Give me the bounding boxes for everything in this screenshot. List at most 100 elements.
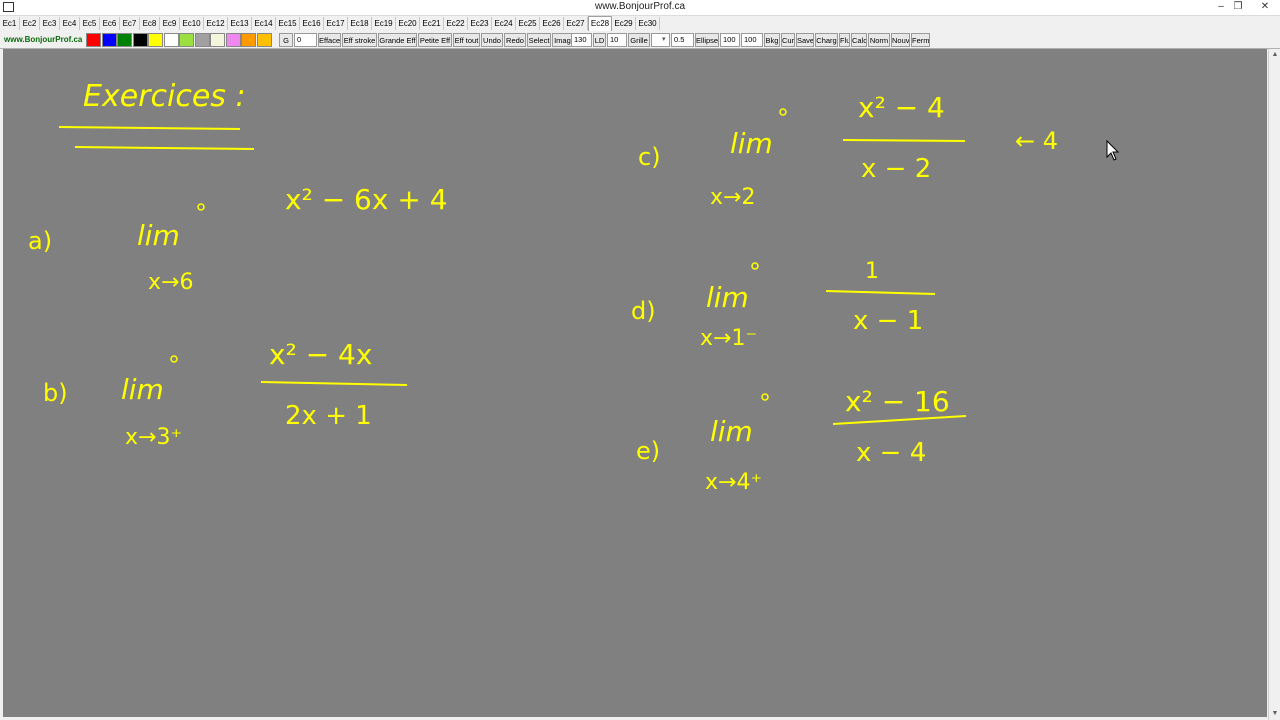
restore-button[interactable]: ❐ — [1229, 0, 1247, 15]
tab-ec26[interactable]: Ec26 — [540, 17, 564, 30]
tab-ec14[interactable]: Ec14 — [252, 17, 276, 30]
stroke-size-field[interactable]: 0.5 — [671, 33, 694, 47]
flu-button[interactable]: Flu — [839, 33, 850, 47]
tab-ec17[interactable]: Ec17 — [324, 17, 348, 30]
grande-eff-button[interactable]: Grande Eff — [378, 33, 417, 47]
eff-stroke-button[interactable]: Eff stroke — [342, 33, 377, 47]
lim-degree-mark — [761, 393, 769, 401]
site-link[interactable]: www.BonjourProf.ca — [4, 35, 82, 44]
charg-button[interactable]: Charg — [815, 33, 838, 47]
fraction-bar-d — [825, 290, 936, 295]
title-bar: www.BonjourProf.ca – ❐ ✕ — [0, 0, 1280, 16]
color-swatch[interactable] — [132, 33, 148, 47]
tab-ec10[interactable]: Ec10 — [180, 17, 204, 30]
bkg-button[interactable]: Bkg — [764, 33, 780, 47]
tab-ec19[interactable]: Ec19 — [372, 17, 396, 30]
ferm-button[interactable]: Ferm — [911, 33, 930, 47]
tab-ec23[interactable]: Ec23 — [468, 17, 492, 30]
drawing-canvas[interactable]: Exercices : a) lim x→6 x² − 6x + 4 b) li… — [3, 49, 1267, 717]
denominator-d: x − 1 — [853, 306, 923, 336]
norm-button[interactable]: Norm — [868, 33, 890, 47]
cursor-icon — [1106, 139, 1120, 161]
scroll-down-icon[interactable]: ▼ — [1269, 708, 1280, 720]
tab-ec22[interactable]: Ec22 — [444, 17, 468, 30]
tab-ec20[interactable]: Ec20 — [396, 17, 420, 30]
label-e: e) — [636, 437, 660, 465]
ellipse-height-field[interactable]: 100 — [741, 33, 763, 47]
label-a: a) — [28, 227, 52, 255]
lim-b: lim — [121, 373, 164, 406]
grille-button[interactable]: Grille — [628, 33, 650, 47]
denominator-e: x − 4 — [856, 438, 926, 468]
image-size-field[interactable]: 130 — [571, 33, 592, 47]
color-swatch[interactable] — [86, 33, 101, 47]
minimize-button[interactable]: – — [1212, 0, 1230, 15]
petite-eff-button[interactable]: Petite Eff — [418, 33, 452, 47]
color-swatch[interactable] — [256, 33, 272, 47]
color-swatch[interactable] — [194, 33, 210, 47]
cur-button[interactable]: Cur — [781, 33, 795, 47]
color-swatch[interactable] — [225, 33, 241, 47]
ellipse-width-field[interactable]: 100 — [720, 33, 740, 47]
fraction-bar-b — [260, 381, 408, 386]
tab-ec4[interactable]: Ec4 — [60, 17, 80, 30]
tab-ec8[interactable]: Ec8 — [140, 17, 160, 30]
tab-ec18[interactable]: Ec18 — [348, 17, 372, 30]
tab-ec28[interactable]: Ec28 — [588, 16, 612, 31]
approach-a: x→6 — [148, 270, 193, 295]
ld-value-field[interactable]: 10 — [607, 33, 627, 47]
denominator-c: x − 2 — [861, 154, 931, 184]
tab-ec24[interactable]: Ec24 — [492, 17, 516, 30]
ld-button[interactable]: LD — [593, 33, 606, 47]
color-swatch[interactable] — [148, 33, 163, 47]
undo-button[interactable]: Undo — [481, 33, 503, 47]
chevron-down-icon[interactable]: ▾ — [662, 35, 666, 43]
tab-ec15[interactable]: Ec15 — [276, 17, 300, 30]
g-button[interactable]: G — [279, 33, 293, 47]
color-swatch[interactable] — [101, 33, 117, 47]
numerator-c: x² − 4 — [858, 91, 945, 124]
approach-d: x→1⁻ — [700, 326, 757, 351]
save-button[interactable]: Save — [796, 33, 814, 47]
lim-degree-mark — [779, 108, 787, 116]
tab-ec16[interactable]: Ec16 — [300, 17, 324, 30]
lim-degree-mark — [751, 262, 759, 270]
ellipse-button[interactable]: Ellipse — [695, 33, 719, 47]
efface-button[interactable]: Efface — [318, 33, 341, 47]
scroll-up-icon[interactable]: ▲ — [1269, 49, 1280, 61]
label-c: c) — [638, 143, 661, 171]
color-swatch[interactable] — [117, 33, 132, 47]
tab-ec3[interactable]: Ec3 — [40, 17, 60, 30]
color-swatch[interactable] — [210, 33, 225, 47]
eff-tout-button[interactable]: Eff tout — [453, 33, 480, 47]
close-button[interactable]: ✕ — [1256, 0, 1274, 15]
color-swatch[interactable] — [163, 33, 179, 47]
tab-ec6[interactable]: Ec6 — [100, 17, 120, 30]
calc-button[interactable]: Calc — [851, 33, 867, 47]
redo-button[interactable]: Redo — [504, 33, 526, 47]
approach-b: x→3⁺ — [125, 425, 182, 450]
tab-ec7[interactable]: Ec7 — [120, 17, 140, 30]
tab-ec13[interactable]: Ec13 — [228, 17, 252, 30]
tab-ec25[interactable]: Ec25 — [516, 17, 540, 30]
tab-ec21[interactable]: Ec21 — [420, 17, 444, 30]
label-b: b) — [43, 379, 68, 407]
nouv-button[interactable]: Nouv — [891, 33, 910, 47]
color-swatch[interactable] — [179, 33, 194, 47]
tab-ec30[interactable]: Ec30 — [636, 17, 660, 30]
lim-degree-mark — [170, 355, 178, 363]
tab-ec27[interactable]: Ec27 — [564, 17, 588, 30]
vertical-scrollbar[interactable]: ▲ ▼ — [1268, 49, 1280, 720]
color-swatch[interactable] — [241, 33, 256, 47]
tab-ec12[interactable]: Ec12 — [204, 17, 228, 30]
heading-underline-2 — [74, 146, 255, 150]
numerator-d: 1 — [865, 259, 879, 284]
tab-ec9[interactable]: Ec9 — [160, 17, 180, 30]
tab-ec1[interactable]: Ec1 — [0, 17, 20, 30]
grille-select[interactable] — [651, 33, 670, 47]
tab-ec5[interactable]: Ec5 — [80, 17, 100, 30]
tab-ec2[interactable]: Ec2 — [20, 17, 40, 30]
g-value-field[interactable]: 0 — [294, 33, 317, 47]
tab-ec29[interactable]: Ec29 — [612, 17, 636, 30]
select-button[interactable]: Select — [527, 33, 551, 47]
